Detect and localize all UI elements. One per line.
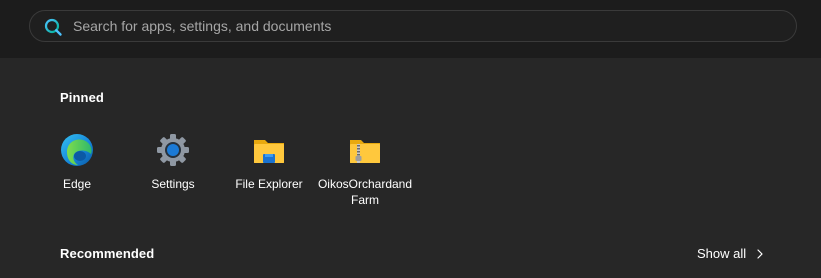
pinned-app-file-explorer[interactable]: File Explorer xyxy=(221,128,317,210)
pinned-app-oikos-orchard-and-farm[interactable]: OikosOrchardandFarm xyxy=(317,128,413,210)
file-explorer-folder-icon xyxy=(251,132,287,168)
search-area xyxy=(0,0,821,58)
edge-icon xyxy=(59,132,95,168)
search-input[interactable] xyxy=(73,11,773,41)
pinned-app-edge[interactable]: Edge xyxy=(29,128,125,210)
settings-gear-icon xyxy=(155,132,191,168)
show-all-label: Show all xyxy=(697,245,747,261)
pinned-app-label: Edge xyxy=(62,177,92,191)
chevron-right-icon xyxy=(754,247,766,259)
pinned-heading: Pinned xyxy=(60,90,104,105)
zip-folder-icon xyxy=(347,132,383,168)
pinned-app-label: Settings xyxy=(151,177,195,191)
pinned-app-label: OikosOrchardandFarm xyxy=(317,177,413,207)
pinned-app-label: File Explorer xyxy=(235,177,303,191)
search-box[interactable] xyxy=(29,10,797,42)
recommended-heading: Recommended xyxy=(60,246,155,261)
search-icon xyxy=(43,17,63,37)
show-all-button[interactable]: Show all xyxy=(689,240,774,266)
pinned-app-settings[interactable]: Settings xyxy=(125,128,221,210)
